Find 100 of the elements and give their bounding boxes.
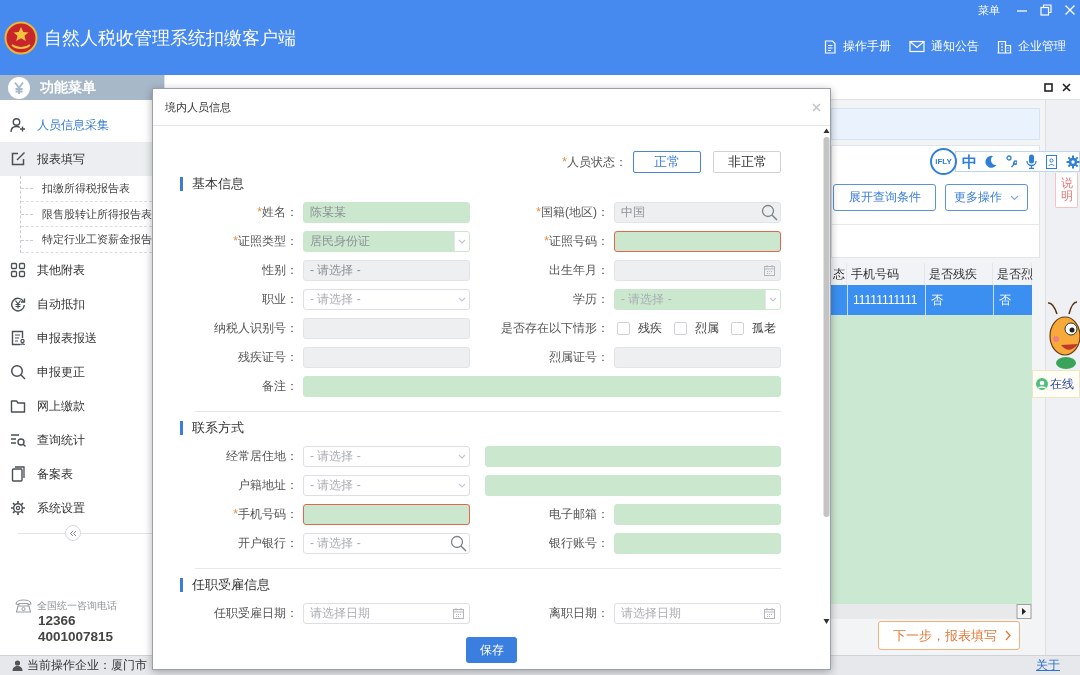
- input-field[interactable]: [303, 504, 470, 525]
- field-label: *证照类型：: [233, 233, 298, 250]
- online-chip[interactable]: 在线: [1032, 370, 1080, 398]
- caret-down-icon: [457, 454, 466, 459]
- telephone-icon: [15, 599, 32, 613]
- menu-button[interactable]: 菜单: [978, 2, 1000, 18]
- hotline-number: 12366: [37, 613, 77, 629]
- help-tab[interactable]: 说明: [1055, 173, 1078, 208]
- toolbar-button[interactable]: 展开查询条件: [833, 184, 936, 211]
- sidebar-item[interactable]: 其他附表: [0, 253, 152, 288]
- field-label: 学历：: [573, 291, 609, 308]
- address-field[interactable]: [485, 475, 781, 496]
- checkbox[interactable]: [731, 322, 744, 335]
- chevron-right-icon: [1005, 630, 1011, 641]
- search-icon: [450, 535, 467, 552]
- field-label: 出生年月：: [549, 262, 609, 279]
- date-field[interactable]: 请选择日期: [303, 603, 470, 624]
- document-list-icon: [10, 330, 26, 347]
- moon-button[interactable]: [982, 155, 999, 168]
- emblem-icon: [4, 20, 38, 55]
- dropdown-field[interactable]: 居民身份证: [303, 231, 470, 252]
- sidebar-title: 功能菜单: [40, 78, 96, 97]
- punctuation-button[interactable]: [1004, 155, 1019, 168]
- language-toggle[interactable]: 中: [962, 152, 977, 171]
- sidebar-item[interactable]: 人员信息采集: [0, 108, 152, 142]
- field-label: 任职受雇日期：: [214, 605, 298, 622]
- date-field[interactable]: 请选择日期: [614, 603, 781, 624]
- input-field[interactable]: [614, 231, 781, 252]
- grid-icon: [10, 262, 26, 279]
- status-toggle[interactable]: 正常: [633, 151, 701, 173]
- status-toggle[interactable]: 非正常: [713, 151, 781, 173]
- field-label: 离职日期：: [549, 605, 609, 622]
- moon-icon: [984, 155, 997, 168]
- section-title: 基本信息: [180, 177, 244, 191]
- dropdown-field[interactable]: - 请选择 -: [303, 289, 470, 310]
- document-icon: [1046, 154, 1057, 169]
- close-button[interactable]: [1062, 82, 1071, 92]
- input-field[interactable]: 陈某某: [303, 202, 470, 223]
- mail-icon: [909, 40, 925, 53]
- sidebar-item[interactable]: 网上缴款: [0, 389, 152, 424]
- sidebar-item[interactable]: 查询统计: [0, 423, 152, 458]
- gear-icon: [10, 500, 26, 517]
- field-label: *人员状态：: [562, 153, 627, 171]
- header-link[interactable]: 企业管理: [997, 38, 1066, 55]
- horizontal-scrollbar[interactable]: [831, 604, 1032, 619]
- caret-down-icon: [457, 483, 466, 488]
- checkbox[interactable]: [674, 322, 687, 335]
- sidebar-item[interactable]: 报表填写: [0, 142, 152, 176]
- next-step-button[interactable]: 下一步，报表填写: [878, 621, 1020, 650]
- sidebar-item[interactable]: 自动抵扣: [0, 287, 152, 322]
- collapse-button[interactable]: [65, 525, 81, 542]
- search-field[interactable]: - 请选择 -: [303, 533, 470, 554]
- header-link[interactable]: 操作手册: [823, 38, 891, 55]
- document-button[interactable]: [1044, 154, 1059, 169]
- dropdown-button[interactable]: 更多操作: [945, 184, 1028, 211]
- microphone-icon: [1026, 154, 1037, 169]
- column-header: 态: [831, 263, 847, 285]
- table-row[interactable]: 11111111111 否 否: [831, 285, 1032, 315]
- dropdown-field[interactable]: - 请选择 -: [303, 446, 470, 467]
- current-company: 当前操作企业：厦门市: [27, 657, 147, 674]
- sidebar-item[interactable]: 申报更正: [0, 355, 152, 390]
- save-button[interactable]: 保存: [466, 637, 517, 663]
- calendar-icon: [764, 608, 775, 619]
- search-icon: [761, 204, 778, 221]
- field-label: 残疾证号：: [238, 349, 298, 366]
- address-field[interactable]: [485, 446, 781, 467]
- checkbox-label: 孤老: [752, 320, 776, 337]
- field-label: *手机号码：: [233, 506, 298, 523]
- dropdown-field[interactable]: - 请选择 -: [303, 475, 470, 496]
- header-link[interactable]: 通知公告: [909, 38, 979, 55]
- checkbox-label: 烈属: [695, 320, 719, 337]
- manual-icon: [823, 39, 837, 54]
- field-label: 电子邮箱：: [549, 506, 609, 523]
- yen-refresh-icon: [10, 296, 26, 313]
- sidebar-item[interactable]: 系统设置: [0, 491, 152, 526]
- close-icon: [1062, 82, 1071, 92]
- sidebar-item[interactable]: 申报表报送: [0, 321, 152, 356]
- field-label: 烈属证号：: [549, 349, 609, 366]
- restore-button[interactable]: [1044, 82, 1053, 92]
- sidebar-item[interactable]: 备案表: [0, 457, 152, 492]
- field-label: 性别：: [262, 262, 298, 279]
- field-label: 银行账号：: [549, 535, 609, 552]
- caret-down-icon: [458, 239, 466, 244]
- microphone-button[interactable]: [1024, 154, 1039, 169]
- field-label: 开户银行：: [238, 535, 298, 552]
- checkbox[interactable]: [617, 322, 630, 335]
- settings-button[interactable]: [1064, 154, 1080, 169]
- search-icon: [10, 364, 26, 381]
- app-title: 自然人税收管理系统扣缴客户端: [44, 26, 296, 50]
- dialog-title: 境内人员信息: [165, 99, 231, 115]
- field-label: 经常居住地：: [226, 448, 298, 465]
- user-icon: [12, 660, 23, 671]
- vertical-scrollbar[interactable]: [823, 128, 830, 625]
- document-icon: [10, 466, 26, 483]
- about-link[interactable]: 关于: [1036, 657, 1060, 674]
- folder-icon: [10, 398, 26, 415]
- section-title: 任职受雇信息: [180, 578, 270, 592]
- calendar-icon: [453, 608, 464, 619]
- section-title: 联系方式: [180, 421, 244, 435]
- chevron-down-icon: [1010, 194, 1019, 201]
